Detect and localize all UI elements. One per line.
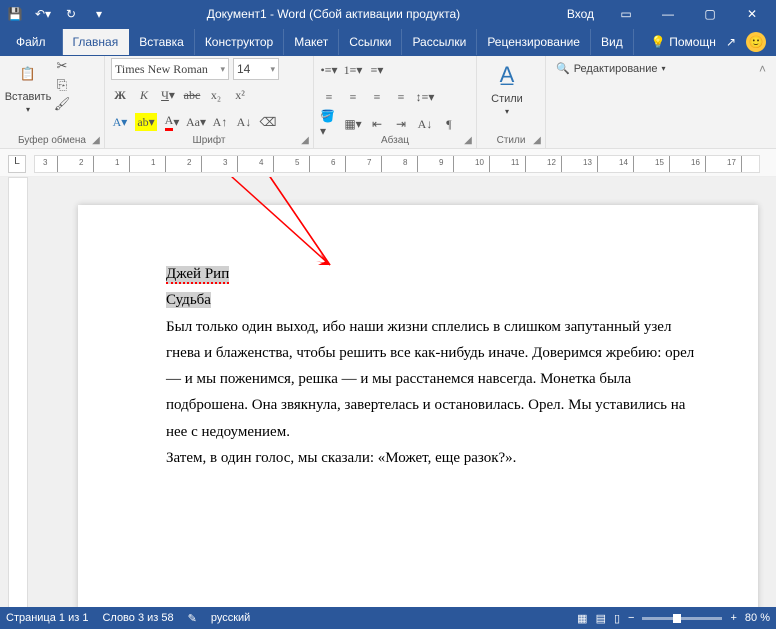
tab-view[interactable]: Вид: [591, 29, 634, 55]
font-name-input[interactable]: Times New Roman▾: [111, 58, 229, 80]
tab-selector[interactable]: L: [8, 155, 26, 173]
tab-layout[interactable]: Макет: [284, 29, 339, 55]
save-icon[interactable]: 💾: [4, 3, 26, 25]
group-clipboard-label: Буфер обмена: [0, 135, 104, 146]
tab-references[interactable]: Ссылки: [339, 29, 402, 55]
status-page[interactable]: Страница 1 из 1: [6, 612, 88, 624]
document-area: Джей Рип Судьба Был только один выход, и…: [0, 177, 776, 607]
tab-file[interactable]: Файл: [0, 29, 63, 55]
status-words[interactable]: Слово 3 из 58: [102, 612, 173, 624]
dec-indent-button[interactable]: ⇤: [368, 115, 386, 133]
text-paragraph[interactable]: Был только один выход, ибо наши жизни сп…: [166, 314, 708, 445]
strikethrough-button[interactable]: abc: [183, 86, 201, 104]
font-launcher[interactable]: ◢: [299, 134, 311, 146]
ribbon-tabs: Файл Главная Вставка Конструктор Макет С…: [0, 28, 776, 56]
grow-font-button[interactable]: A↑: [211, 113, 229, 131]
inc-indent-button[interactable]: ⇥: [392, 115, 410, 133]
bold-button[interactable]: Ж: [111, 86, 129, 104]
tab-home[interactable]: Главная: [63, 29, 130, 55]
horizontal-ruler[interactable]: L 3211234567891011121314151617: [0, 149, 776, 177]
tab-insert[interactable]: Вставка: [129, 29, 195, 55]
tab-review[interactable]: Рецензирование: [477, 29, 591, 55]
sign-in-link[interactable]: Вход: [557, 7, 604, 21]
align-right-button[interactable]: ≡: [368, 88, 386, 106]
collapse-ribbon-icon[interactable]: ˄: [749, 56, 776, 148]
minimize-button[interactable]: —: [648, 0, 688, 28]
undo-icon[interactable]: ↶▾: [32, 3, 54, 25]
shrink-font-button[interactable]: A↓: [235, 113, 253, 131]
sort-button[interactable]: A↓: [416, 115, 434, 133]
styles-button[interactable]: A̲ Стили ▾: [483, 58, 531, 116]
superscript-button[interactable]: x²: [231, 86, 249, 104]
editing-button[interactable]: 🔍 Редактирование ▾: [552, 58, 672, 79]
zoom-slider[interactable]: [642, 617, 722, 620]
maximize-button[interactable]: ▢: [690, 0, 730, 28]
title-bar: 💾 ↶▾ ↻ ▾ Документ1 - Word (Сбой активаци…: [0, 0, 776, 28]
tab-mailings[interactable]: Рассылки: [402, 29, 477, 55]
italic-button[interactable]: К: [135, 86, 153, 104]
font-color-button[interactable]: A▾: [163, 113, 181, 131]
ribbon: 📋 Вставить ▾ ✂ ⎘ 🖌 Буфер обмена ◢ Times …: [0, 56, 776, 149]
chevron-down-icon: ▾: [217, 64, 225, 75]
text-line-1[interactable]: Джей Рип: [166, 266, 229, 284]
multilevel-button[interactable]: ≡▾: [368, 61, 386, 79]
borders-button[interactable]: ▦▾: [344, 115, 362, 133]
group-font-label: Шрифт: [105, 135, 313, 146]
justify-button[interactable]: ≡: [392, 88, 410, 106]
show-marks-button[interactable]: ¶: [440, 115, 458, 133]
change-case-button[interactable]: Aa▾: [187, 113, 205, 131]
paragraph-launcher[interactable]: ◢: [462, 134, 474, 146]
clipboard-launcher[interactable]: ◢: [90, 134, 102, 146]
subscript-button[interactable]: x₂: [207, 86, 225, 104]
clipboard-icon: 📋: [12, 58, 44, 89]
shading-button[interactable]: 🪣▾: [320, 115, 338, 133]
styles-launcher[interactable]: ◢: [531, 134, 543, 146]
align-left-button[interactable]: ≡: [320, 88, 338, 106]
format-painter-icon[interactable]: 🖌: [54, 96, 70, 112]
copy-icon[interactable]: ⎘: [54, 77, 70, 93]
align-center-button[interactable]: ≡: [344, 88, 362, 106]
redo-icon[interactable]: ↻: [60, 3, 82, 25]
clear-formatting-button[interactable]: ⌫: [259, 113, 277, 131]
status-language[interactable]: русский: [211, 612, 250, 624]
search-icon: 🔍: [556, 62, 570, 75]
close-button[interactable]: ✕: [732, 0, 772, 28]
status-bar: Страница 1 из 1 Слово 3 из 58 ✎ русский …: [0, 607, 776, 629]
page[interactable]: Джей Рип Судьба Был только один выход, и…: [78, 205, 758, 607]
paste-button[interactable]: 📋 Вставить ▾: [6, 58, 50, 114]
print-layout-icon[interactable]: ▤: [596, 612, 606, 625]
chevron-down-icon: ▾: [267, 64, 275, 75]
qat-customize-icon[interactable]: ▾: [88, 3, 110, 25]
text-line-2[interactable]: Судьба: [166, 292, 211, 308]
line-spacing-button[interactable]: ↕≡▾: [416, 88, 434, 106]
bullets-button[interactable]: •≡▾: [320, 61, 338, 79]
web-layout-icon[interactable]: ▯: [614, 612, 620, 625]
share-icon[interactable]: ↗: [726, 35, 736, 49]
group-paragraph-label: Абзац: [314, 135, 476, 146]
vertical-ruler[interactable]: [8, 177, 28, 607]
read-mode-icon[interactable]: ▦: [577, 612, 587, 625]
font-size-input[interactable]: 14▾: [233, 58, 279, 80]
zoom-level[interactable]: 80 %: [745, 612, 770, 624]
proofing-icon[interactable]: ✎: [188, 612, 197, 625]
feedback-icon[interactable]: 🙂: [746, 32, 766, 52]
help-bulb-icon[interactable]: 💡 Помощн: [651, 35, 716, 49]
underline-button[interactable]: Ч▾: [159, 86, 177, 104]
cut-icon[interactable]: ✂: [54, 58, 70, 74]
highlight-button[interactable]: ab▾: [135, 113, 157, 131]
styles-icon: A̲: [491, 59, 523, 91]
window-title: Документ1 - Word (Сбой активации продукт…: [110, 7, 557, 21]
zoom-out-button[interactable]: −: [628, 612, 634, 624]
tab-design[interactable]: Конструктор: [195, 29, 284, 55]
text-last-line[interactable]: Затем, в один голос, мы сказали: «Может,…: [166, 445, 708, 471]
numbering-button[interactable]: 1≡▾: [344, 61, 362, 79]
zoom-in-button[interactable]: +: [730, 612, 736, 624]
text-effects-button[interactable]: A▾: [111, 113, 129, 131]
ribbon-options-icon[interactable]: ▭: [606, 0, 646, 28]
page-content[interactable]: Джей Рип Судьба Был только один выход, и…: [166, 261, 708, 471]
